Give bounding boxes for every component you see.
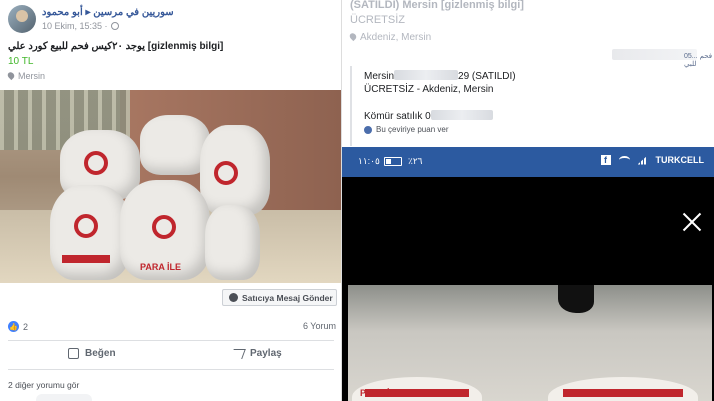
battery-icon: [384, 157, 402, 166]
signal-icon: [637, 155, 648, 165]
share-icon: [230, 348, 246, 359]
wifi-icon: [618, 156, 630, 164]
shared-listing-quote[interactable]: Mersin 29 (SATILDI) ÜCRETSİZ - Akdeniz, M…: [350, 66, 710, 146]
translate-icon: [364, 125, 372, 134]
divider: [8, 340, 334, 341]
listing-location-text: Akdeniz, Mersin: [360, 32, 432, 43]
coal-sack: [50, 185, 130, 280]
location-pin-icon: [6, 70, 16, 81]
post-location-text: Mersin: [18, 71, 46, 81]
send-message-label: Satıcıya Mesaj Gönder: [242, 292, 333, 303]
rate-translation-label: Bu çeviriye puan ver: [376, 125, 449, 134]
comments-count[interactable]: 6 Yorum: [303, 321, 336, 331]
like-badge-icon: 👍: [8, 321, 19, 332]
listing-location: Akdeniz, Mersin: [348, 31, 432, 43]
redacted-text: [394, 70, 459, 80]
thumbs-up-icon: [68, 348, 79, 359]
globe-icon: [110, 22, 119, 30]
share-button[interactable]: Paylaş: [230, 348, 282, 359]
post-author[interactable]: سوريين في مرسين ▸ أبو محمود: [42, 7, 174, 18]
like-label: Beğen: [85, 348, 116, 359]
sack-print: PARA İLE: [140, 262, 182, 272]
view-more-comments-link[interactable]: 2 diğer yorumu gör: [8, 380, 79, 390]
divider: [8, 369, 334, 370]
photo-hanging-object: [558, 285, 594, 313]
carrier-name: TURKCELL: [655, 155, 705, 165]
reaction-summary[interactable]: 👍 2: [8, 321, 28, 332]
listing-title[interactable]: (SATILDI) Mersin [gizlenmiş bilgi]: [350, 0, 524, 11]
post-photo[interactable]: PARA İLE: [0, 90, 341, 283]
listing-panel: (SATILDI) Mersin [gizlenmiş bilgi] ÜCRET…: [342, 0, 714, 401]
redacted-phone: [430, 110, 493, 120]
quote-description-text: Kömür satılık 0: [364, 111, 431, 122]
post-date[interactable]: 10 Ekim, 15:35 ·: [42, 21, 108, 31]
avatar[interactable]: [8, 5, 36, 33]
facebook-icon: f: [600, 155, 611, 165]
listing-price: ÜCRETSİZ: [350, 14, 405, 26]
quote-title: Mersin 29 (SATILDI): [364, 70, 516, 82]
facebook-post: سوريين في مرسين ▸ أبو محمود 10 Ekim, 15:…: [0, 0, 342, 401]
coal-sack: [548, 377, 698, 401]
like-button[interactable]: Beğen: [68, 348, 116, 359]
quote-title-prefix: Mersin: [364, 71, 395, 82]
rate-translation-link[interactable]: Bu çeviriye puan ver: [364, 125, 448, 134]
location-pin-icon: [348, 31, 358, 42]
post-location: Mersin: [6, 70, 46, 81]
messenger-icon: [229, 293, 238, 302]
send-message-button[interactable]: Satıcıya Mesaj Gönder: [222, 289, 337, 306]
post-header: سوريين في مرسين ▸ أبو محمود 10 Ekim, 15:…: [8, 5, 338, 35]
share-label: Paylaş: [250, 348, 282, 359]
comment-bubble: [36, 394, 92, 401]
battery-percent: ٪٢٦: [408, 156, 423, 166]
quote-title-suffix: 29 (SATILDI): [458, 71, 516, 82]
post-text: يوجد ٢٠كيس فحم للبيع كورد علي [gizlenmiş…: [8, 41, 224, 52]
quote-description: Kömür satılık 0: [364, 110, 493, 122]
status-time: ١١:٠٥: [358, 156, 380, 166]
status-right: f TURKCELL: [600, 155, 705, 165]
coal-sack: [200, 125, 270, 215]
viewer-photo[interactable]: PARA İLE: [348, 285, 712, 401]
close-icon[interactable]: [682, 212, 702, 232]
likes-count: 2: [23, 321, 29, 332]
sack-print: PARA İLE: [360, 388, 402, 398]
post-meta: 10 Ekim, 15:35 ·: [42, 21, 119, 31]
coal-sack: [205, 205, 260, 280]
quote-price-location: ÜCRETSİZ - Akdeniz, Mersin: [364, 84, 494, 95]
phone-status-bar: ١١:٠٥ ٪٢٦ f TURKCELL: [342, 147, 714, 177]
post-price: 10 TL: [8, 56, 34, 67]
